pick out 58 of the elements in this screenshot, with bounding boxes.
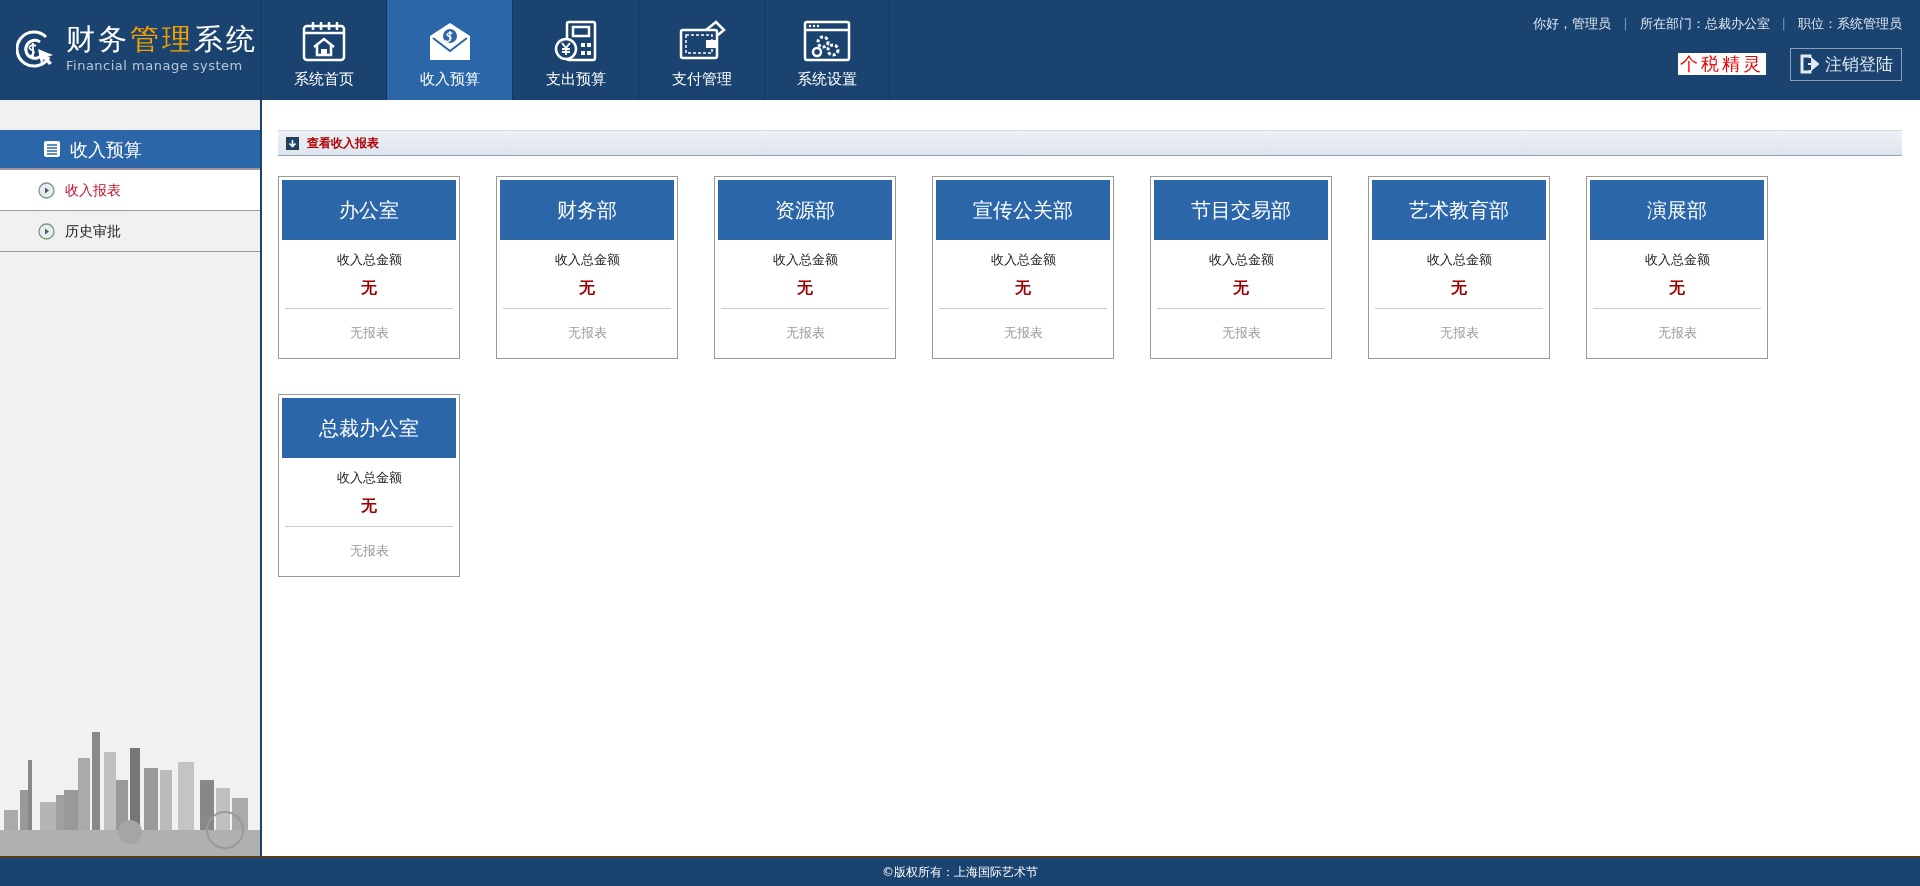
sidebar-header: 收入预算	[0, 130, 260, 170]
amount-label: 收入总金额	[1426, 251, 1492, 269]
amount-value: 无	[1669, 276, 1685, 299]
report-status: 无报表	[567, 323, 607, 342]
amount-value: 无	[361, 494, 377, 517]
download-icon	[286, 136, 299, 150]
separator: |	[1623, 15, 1628, 33]
nav-tab[interactable]: 支付管理	[638, 0, 764, 100]
user-info-text: 你好，管理员	[1533, 15, 1612, 33]
nav-tab[interactable]: 支出预算	[512, 0, 638, 100]
amount-label: 收入总金额	[336, 251, 402, 269]
report-status: 无报表	[785, 323, 825, 342]
tax-tool-link[interactable]: 个税精灵	[1678, 53, 1766, 76]
amount-label: 收入总金额	[336, 469, 402, 487]
amount-label: 收入总金额	[990, 251, 1056, 269]
copyright-text: ©版权所有：上海国际艺术节	[882, 864, 1038, 881]
sidebar-item[interactable]: 收入报表	[0, 170, 260, 211]
app-subtitle: Financial manage system	[66, 57, 244, 76]
amount-value: 无	[797, 276, 813, 299]
nav-tab[interactable]: 系统设置	[764, 0, 890, 100]
nav-tab[interactable]: 收入预算	[386, 0, 512, 100]
separator: |	[1781, 15, 1786, 33]
logout-button[interactable]: 注销登陆	[1790, 47, 1902, 81]
department-name: 资源部	[718, 180, 892, 240]
calculator-yen-icon	[552, 19, 599, 62]
report-status: 无报表	[1003, 323, 1043, 342]
document-icon	[44, 141, 60, 157]
play-circle-icon	[38, 181, 55, 199]
user-info-text: 职位：系统管理员	[1798, 15, 1902, 33]
amount-label: 收入总金额	[1208, 251, 1274, 269]
wallet-icon	[677, 19, 726, 62]
report-status: 无报表	[1657, 323, 1697, 342]
amount-label: 收入总金额	[554, 251, 620, 269]
section-title: 查看收入报表	[307, 135, 379, 152]
department-name: 宣传公关部	[936, 180, 1110, 240]
department-name: 总裁办公室	[282, 398, 456, 458]
report-status: 无报表	[349, 323, 389, 342]
department-name: 财务部	[500, 180, 674, 240]
department-name: 艺术教育部	[1372, 180, 1546, 240]
amount-value: 无	[1451, 276, 1467, 299]
department-name: 节目交易部	[1154, 180, 1328, 240]
app-title: 财务管理系统	[66, 24, 258, 57]
amount-label: 收入总金额	[772, 251, 838, 269]
amount-value: 无	[579, 276, 595, 299]
amount-value: 无	[1015, 276, 1031, 299]
play-circle-icon	[38, 222, 55, 240]
department-name: 办公室	[282, 180, 456, 240]
settings-window-icon	[803, 19, 851, 62]
amount-label: 收入总金额	[1644, 251, 1710, 269]
logout-icon	[1799, 53, 1819, 76]
report-status: 无报表	[1439, 323, 1479, 342]
amount-value: 无	[361, 276, 377, 299]
report-status: 无报表	[1221, 323, 1261, 342]
calendar-home-icon	[300, 19, 347, 62]
report-status: 无报表	[349, 541, 389, 560]
department-name: 演展部	[1590, 180, 1764, 240]
amount-value: 无	[1233, 276, 1249, 299]
user-info-text: 所在部门：总裁办公室	[1639, 15, 1770, 33]
